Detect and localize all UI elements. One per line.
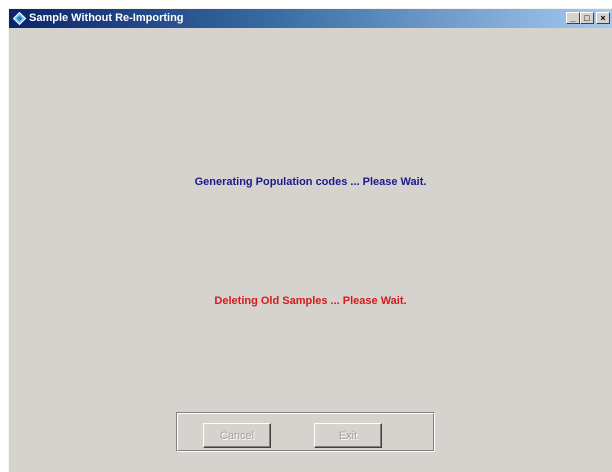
window-title: Sample Without Re-Importing [29, 12, 184, 24]
close-icon: × [600, 13, 606, 23]
status-message-population: Generating Population codes ... Please W… [194, 176, 427, 188]
cancel-button[interactable]: Cancel [203, 423, 271, 448]
minimize-icon: _ [570, 13, 576, 23]
minimize-button[interactable]: _ [566, 12, 580, 24]
close-button[interactable]: × [596, 12, 610, 24]
button-panel: Cancel Exit [176, 412, 435, 452]
dialog-window: Sample Without Re-Importing _ □ × Genera… [8, 8, 612, 472]
maximize-icon: □ [584, 13, 590, 23]
window-controls: _ □ × [566, 12, 610, 26]
maximize-button[interactable]: □ [580, 12, 594, 24]
status-message-deleting: Deleting Old Samples ... Please Wait. [214, 295, 407, 307]
diamond-app-icon [13, 12, 26, 25]
exit-button[interactable]: Exit [314, 423, 382, 448]
title-bar[interactable]: Sample Without Re-Importing _ □ × [9, 9, 612, 28]
